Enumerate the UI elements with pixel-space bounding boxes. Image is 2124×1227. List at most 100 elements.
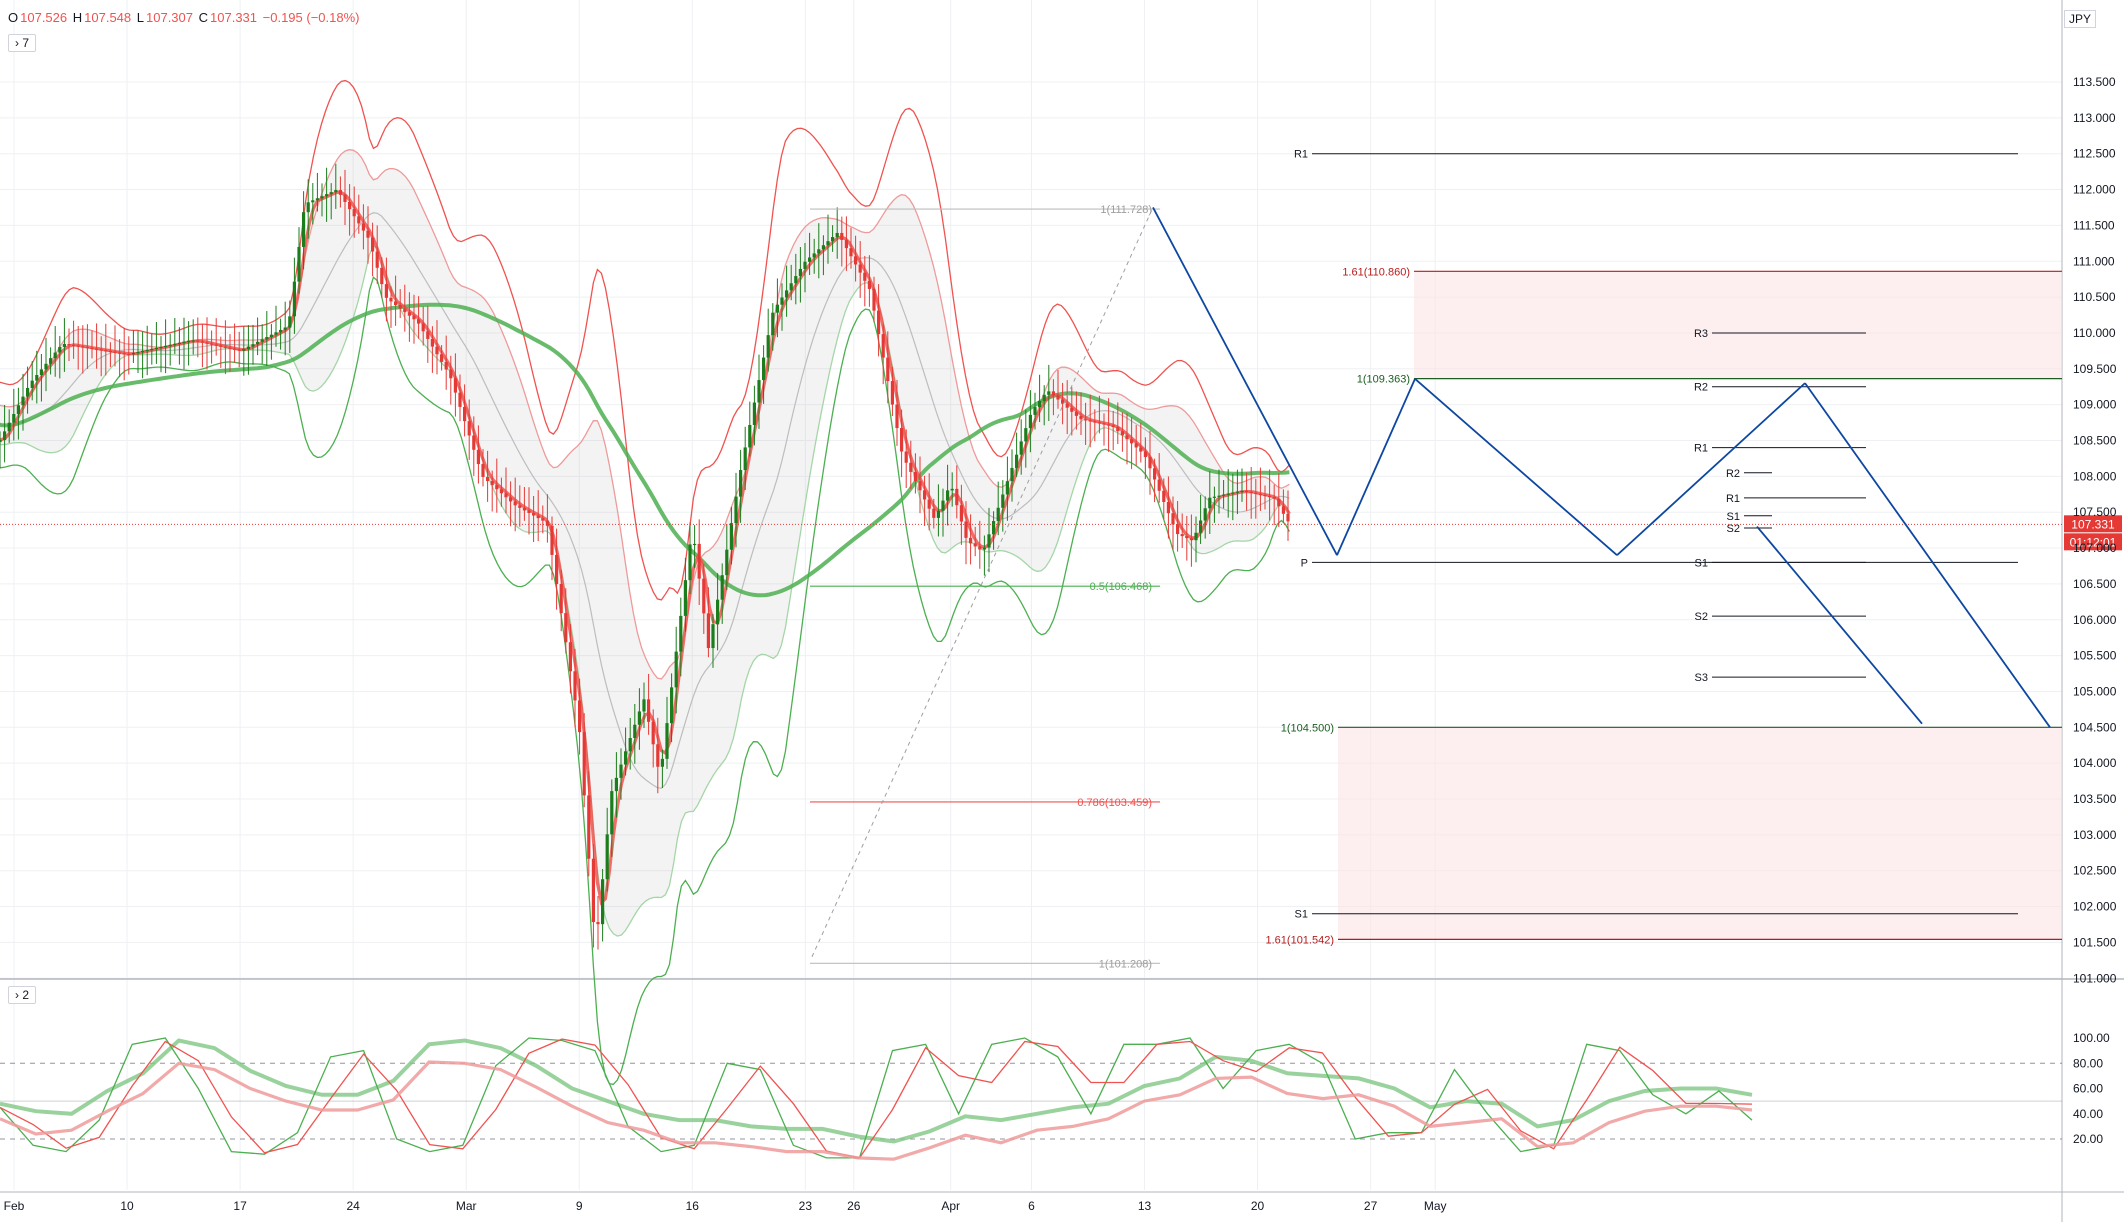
- price-axis-label: 108.000: [2073, 469, 2117, 483]
- candle-body: [260, 339, 264, 342]
- candle-body: [251, 344, 255, 347]
- candle-body: [375, 251, 379, 268]
- price-axis-label: 102.500: [2073, 864, 2117, 878]
- candle-body: [150, 348, 154, 351]
- fib-level-label: 1(101.208): [1099, 958, 1152, 970]
- price-axis-label: 111.000: [2073, 254, 2115, 268]
- current-price-value: 107.331: [2071, 517, 2115, 531]
- candle-body: [177, 342, 181, 345]
- price-axis-label: 105.500: [2073, 649, 2117, 663]
- price-axis-label: 112.000: [2073, 183, 2116, 197]
- candle-body: [256, 341, 260, 345]
- time-axis-label: 16: [686, 1199, 700, 1213]
- candle-body: [1171, 513, 1175, 525]
- candle-body: [688, 544, 692, 581]
- candle-body: [950, 488, 954, 491]
- currency-label: JPY: [2064, 10, 2097, 28]
- candle-body: [996, 507, 1000, 522]
- candle-body: [463, 406, 467, 422]
- candle-body: [95, 348, 99, 350]
- candle-body: [187, 340, 191, 342]
- time-axis-label: 24: [346, 1199, 360, 1213]
- candle-body: [113, 351, 117, 353]
- price-axis-label: 112.500: [2073, 147, 2116, 161]
- price-axis-label: 101.000: [2073, 971, 2117, 985]
- candle-body: [352, 209, 356, 217]
- candle-body: [555, 554, 559, 585]
- candle-body: [233, 348, 237, 350]
- candle-body: [1258, 493, 1262, 496]
- candle-body: [642, 699, 646, 712]
- price-axis-label: 103.500: [2073, 792, 2117, 806]
- candle-body: [831, 237, 835, 242]
- candle-body: [292, 281, 296, 317]
- candle-body: [1226, 493, 1230, 495]
- candle-body: [789, 283, 793, 291]
- candle-body: [1056, 395, 1060, 400]
- price-axis-label: 103.000: [2073, 828, 2117, 842]
- candle-body: [104, 350, 108, 352]
- candle-body: [978, 546, 982, 550]
- candle-body: [1281, 506, 1285, 514]
- price-axis-label: 106.500: [2073, 577, 2117, 591]
- candle-body: [67, 344, 71, 346]
- oscillator-legend-toggle[interactable]: › 2: [8, 986, 37, 1004]
- candle-body: [1120, 431, 1124, 436]
- candle-body: [108, 350, 112, 353]
- candle-body: [716, 599, 720, 625]
- candle-body: [1139, 447, 1143, 452]
- time-axis-label: 27: [1364, 1199, 1378, 1213]
- candle-body: [775, 304, 779, 313]
- candle-body: [30, 380, 34, 388]
- candle-body: [1038, 400, 1042, 408]
- chart-area[interactable]: 1(111.728) 0.5(106.468) 0.786(103.459) 1(10…: [0, 0, 2124, 1222]
- candle-body: [559, 584, 563, 614]
- candle-body: [403, 308, 407, 313]
- high-value: 107.548: [84, 10, 132, 25]
- candle-body: [182, 341, 186, 344]
- candle-body: [7, 422, 11, 432]
- candle-body: [320, 196, 324, 199]
- price-axis-label: 109.000: [2073, 398, 2117, 412]
- candle-body: [343, 194, 347, 202]
- candle-body: [720, 575, 724, 600]
- ohlc-readout: O 107.526 H 107.548 L 107.307 C 107.331 −0.1…: [8, 10, 362, 25]
- candle-body: [1024, 428, 1028, 442]
- candle-body: [288, 316, 292, 328]
- price-chart[interactable]: 1(111.728) 0.5(106.468) 0.786(103.459) 1(10…: [0, 0, 2124, 1222]
- candle-body: [1125, 435, 1129, 440]
- candle-body: [306, 202, 310, 213]
- candle-body: [371, 237, 375, 252]
- candle-body: [481, 464, 485, 477]
- candle-body: [1019, 441, 1023, 455]
- candle-body: [200, 341, 204, 343]
- oscillator-axis-label: 100.00: [2073, 1031, 2110, 1045]
- candle-body: [430, 338, 434, 347]
- candle-body: [449, 369, 453, 379]
- projection-line: [1804, 382, 2051, 728]
- candle-body: [1028, 414, 1032, 429]
- candle-body: [329, 192, 333, 195]
- candle-body: [867, 280, 871, 289]
- candle-body: [297, 246, 301, 282]
- candle-body: [118, 352, 122, 354]
- candle-body: [959, 505, 963, 522]
- candle-body: [1268, 495, 1272, 498]
- candle-body: [509, 497, 513, 502]
- candle-body: [909, 462, 913, 472]
- candle-body: [81, 346, 85, 348]
- candle-body: [76, 345, 80, 347]
- pivot-label: S1: [1295, 909, 1308, 921]
- main-legend-toggle[interactable]: › 7: [8, 34, 37, 52]
- candle-body: [435, 346, 439, 355]
- candle-body: [527, 510, 531, 513]
- candle-body: [1065, 403, 1069, 408]
- candle-body: [518, 505, 522, 508]
- candle-body: [812, 253, 816, 258]
- low-value: 107.307: [146, 10, 193, 25]
- candle-body: [1084, 419, 1088, 421]
- candle-body: [1208, 497, 1212, 509]
- candle-body: [1070, 407, 1074, 412]
- price-axis-label: 104.500: [2073, 720, 2117, 734]
- candle-body: [725, 549, 729, 576]
